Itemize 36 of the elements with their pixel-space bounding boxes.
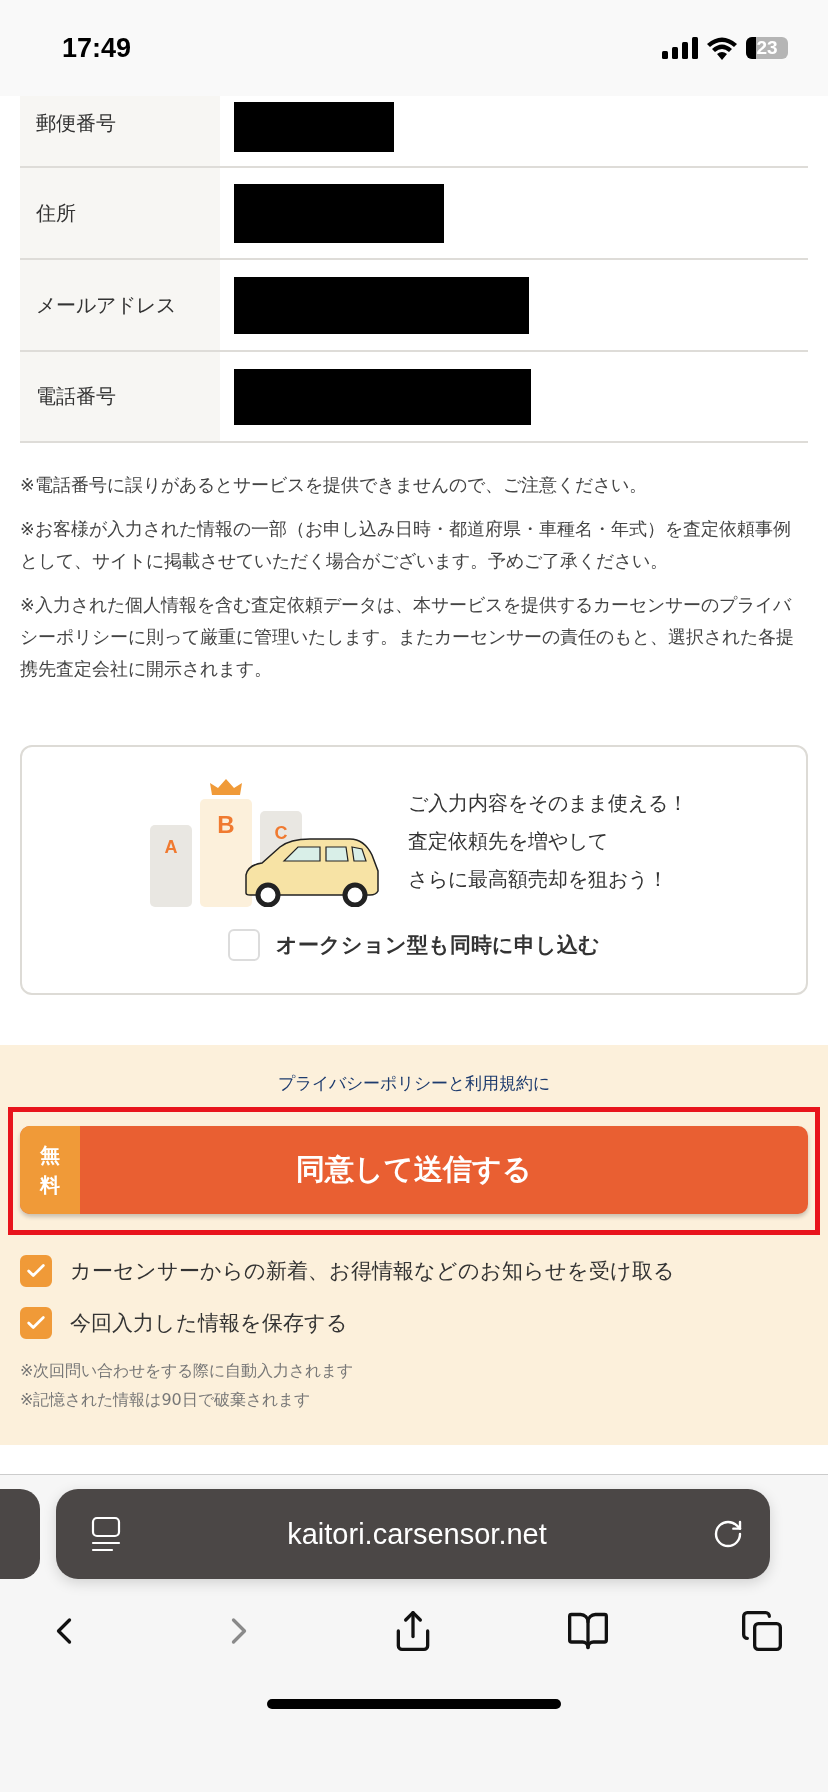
tabs-icon[interactable]	[740, 1609, 784, 1653]
wifi-icon	[706, 36, 738, 60]
notice-text: ※電話番号に誤りがあるとサービスを提供できませんので、ご注意ください。	[20, 474, 648, 497]
reload-icon[interactable]	[712, 1518, 744, 1550]
crown-icon	[210, 779, 242, 795]
battery-icon: 23	[746, 37, 788, 59]
url-text: kaitori.carsensor.net	[286, 1517, 548, 1551]
field-label: 住所	[36, 199, 76, 227]
field-label: 郵便番号	[36, 110, 116, 137]
previous-tab[interactable]	[0, 1489, 40, 1579]
checkbox[interactable]	[20, 1255, 52, 1287]
promo-text: ご入力内容をそのまま使える！	[408, 790, 688, 817]
podium-label: C	[274, 823, 288, 843]
address-bar[interactable]: kaitori.carsensor.net	[56, 1489, 770, 1579]
signal-icon	[662, 37, 698, 59]
footnote-text: ※記憶された情報は90日で破棄されます	[20, 1390, 311, 1411]
podium-label: B	[217, 811, 235, 838]
privacy-policy-link[interactable]: プライバシーポリシー	[278, 1074, 448, 1093]
notice-text: ※入力された個人情報を含む査定依頼データは、本サービスを提供するカーセンサーのプライバシーポリシーに則って厳重に管理いたします。またカーセンサーの責任のもと、選択された各提携先査定会社に開示されます。	[20, 594, 795, 681]
podium-label: A	[164, 837, 178, 857]
status-time: 17:49	[62, 32, 132, 64]
page-menu-icon	[90, 1515, 122, 1553]
checkbox-label[interactable]: カーセンサーからの新着、お得情報などのお知らせを受け取る	[70, 1257, 675, 1285]
free-badge: 無料	[20, 1126, 80, 1214]
footnote-text: ※次回問い合わせをする際に自動入力されます	[20, 1361, 355, 1382]
promo-text: さらに最高額売却を狙おう！	[408, 866, 669, 893]
checkbox[interactable]	[20, 1307, 52, 1339]
checkbox-label[interactable]: 今回入力した情報を保存する	[70, 1309, 348, 1337]
checkbox[interactable]	[228, 929, 260, 961]
field-label: 電話番号	[36, 383, 116, 410]
terms-link[interactable]: 利用規約	[465, 1074, 533, 1093]
checkbox-label[interactable]: オークション型も同時に申し込む	[276, 931, 600, 959]
consent-text: プライバシーポリシー と利用規約に	[277, 1073, 551, 1095]
notice-text: ※お客様が入力された情報の一部（お申し込み日時・都道府県・車種名・年式）を査定依頼事例として、サイトに掲載させていただく場合がございます。予めご了承ください。	[20, 518, 792, 573]
field-label: メールアドレス	[36, 291, 176, 319]
promo-text: 査定依頼先を増やして	[408, 828, 609, 855]
